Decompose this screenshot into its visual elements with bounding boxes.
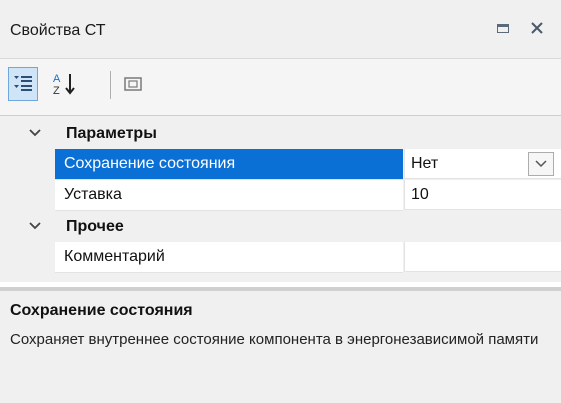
property-name: Комментарий — [64, 248, 165, 265]
maximize-icon — [497, 23, 509, 33]
property-row-setpoint[interactable]: Уставка 10 — [0, 180, 561, 211]
property-value: Нет — [411, 155, 439, 172]
property-grid: Параметры Сохранение состояния Нет Устав… — [0, 116, 561, 282]
property-name-cell[interactable]: Уставка — [55, 180, 403, 211]
chevron-down-icon[interactable] — [28, 219, 42, 233]
property-row-comment[interactable]: Комментарий — [0, 242, 561, 273]
close-icon — [531, 22, 543, 34]
alphabetical-sort-button[interactable]: A Z — [50, 67, 80, 101]
sort-alphabetical-icon: A Z — [53, 73, 75, 97]
alpha-letter-top: A — [53, 73, 61, 85]
category-row-parameters[interactable]: Параметры — [0, 118, 561, 149]
property-name: Уставка — [64, 186, 122, 203]
property-pages-button[interactable] — [118, 67, 148, 101]
property-name: Сохранение состояния — [64, 155, 236, 172]
alpha-letter-bottom: Z — [53, 85, 60, 97]
property-value-cell[interactable]: 10 — [404, 180, 561, 210]
property-pages-icon — [124, 77, 142, 91]
description-text: Сохраняет внутреннее состояние компонент… — [10, 331, 539, 348]
panel-title-bar: Свойства СТ — [0, 0, 561, 59]
maximize-button[interactable] — [491, 16, 515, 40]
property-row-state-saving[interactable]: Сохранение состояния Нет — [0, 149, 561, 180]
chevron-down-icon[interactable] — [28, 126, 42, 140]
description-title: Сохранение состояния — [10, 302, 193, 319]
categorized-view-icon — [14, 76, 32, 91]
categorized-view-button[interactable] — [8, 67, 38, 101]
properties-panel: Свойства СТ A Z Параметры Сохранение сос… — [0, 0, 561, 403]
chevron-down-icon — [535, 160, 547, 168]
toolbar-separator — [110, 71, 111, 99]
property-value: 10 — [411, 186, 429, 203]
close-button[interactable] — [525, 16, 549, 40]
value-dropdown-button[interactable] — [528, 152, 554, 176]
description-pane: Сохранение состояния Сохраняет внутренне… — [0, 291, 561, 403]
property-name-cell[interactable]: Комментарий — [55, 242, 403, 273]
panel-title: Свойства СТ — [10, 22, 106, 39]
property-grid-toolbar: A Z — [0, 59, 561, 116]
property-value-cell[interactable]: Нет — [404, 149, 561, 179]
property-value-cell[interactable] — [404, 242, 561, 272]
category-label: Прочее — [66, 218, 124, 235]
property-name-cell[interactable]: Сохранение состояния — [55, 149, 403, 180]
category-row-other[interactable]: Прочее — [0, 211, 561, 242]
category-label: Параметры — [66, 125, 157, 142]
